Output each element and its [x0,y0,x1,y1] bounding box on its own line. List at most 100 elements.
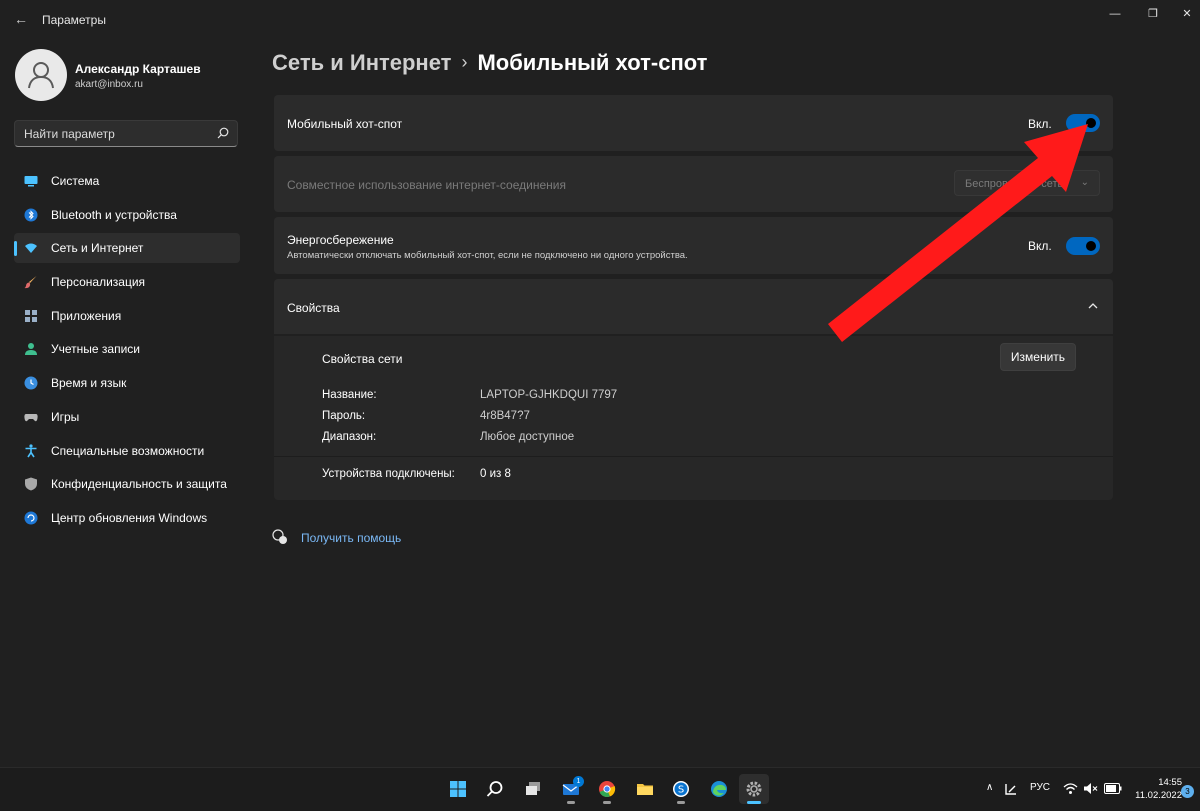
task-view-icon [526,782,540,795]
bluetooth-icon [24,208,38,222]
volume-muted-icon[interactable] [1083,782,1098,795]
sidebar-item-system[interactable]: Система [14,166,240,196]
person-icon [28,62,54,89]
sidebar-item-label: Приложения [51,308,122,323]
taskbar-search-button[interactable] [480,774,510,804]
mail-button[interactable]: 1 [556,774,586,804]
search-input[interactable] [15,121,211,146]
apps-icon [25,309,37,322]
edge-button[interactable] [704,774,734,804]
network-properties-title: Свойства сети [322,352,403,366]
skype-button[interactable]: S [666,774,696,804]
user-name: Александр Карташев [75,62,201,76]
monitor-icon [24,176,38,187]
sidebar-item-bluetooth[interactable]: Bluetooth и устройства [14,200,240,230]
sidebar-item-label: Учетные записи [51,342,140,357]
back-button[interactable]: ← [12,10,30,28]
update-icon [24,511,38,525]
sidebar-item-label: Центр обновления Windows [51,510,208,525]
divider [274,456,1113,457]
power-saving-subtitle: Автоматически отключать мобильный хот-сп… [287,250,688,261]
close-button[interactable]: ✕ [1174,6,1200,22]
sharing-dropdown-value: Беспроводная сеть [965,178,1064,190]
running-indicator [567,801,575,804]
language-indicator[interactable]: РУС [1030,782,1050,793]
sidebar-nav: Система Bluetooth и устройства Сеть и Ин… [14,166,240,537]
sidebar-item-personalization[interactable]: Персонализация [14,267,240,297]
sidebar-item-gaming[interactable]: Игры [14,402,240,432]
running-indicator [603,801,611,804]
sidebar-item-windows-update[interactable]: Центр обновления Windows [14,503,240,533]
taskbar: 1 S ∧ РУС 14:55 11.02.2022 3 [0,767,1200,811]
property-key: Название: [322,389,377,401]
sidebar-item-apps[interactable]: Приложения [14,301,240,331]
power-saving-card: Энергосбережение Автоматически отключать… [274,217,1113,274]
sidebar-item-privacy[interactable]: Конфиденциальность и защита [14,469,240,499]
gamepad-icon [24,413,38,422]
search-icon[interactable] [217,127,229,139]
property-key: Диапазон: [322,431,377,443]
start-button[interactable] [443,774,473,804]
title-bar: ← Параметры — ❐ ✕ [0,0,1200,40]
restore-button[interactable]: ❐ [1140,6,1166,22]
devices-connected-label: Устройства подключены: [322,468,455,480]
mail-badge: 1 [573,776,584,787]
sharing-card: Совместное использование интернет-соедин… [274,156,1113,212]
sidebar-item-accessibility[interactable]: Специальные возможности [14,436,240,466]
chevron-up-icon[interactable]: ∧ [986,782,993,793]
pen-menu-icon[interactable] [1004,782,1018,796]
skype-icon: S [673,781,689,797]
clock-date: 11.02.2022 [1135,790,1182,801]
app-title: Параметры [42,13,106,27]
brush-icon [24,276,37,289]
sidebar-item-accounts[interactable]: Учетные записи [14,334,240,364]
sidebar-item-time-language[interactable]: Время и язык [14,368,240,398]
sidebar-item-label: Bluetooth и устройства [51,207,177,222]
wifi-icon[interactable] [1063,782,1078,795]
edit-button[interactable]: Изменить [1000,343,1076,371]
clock[interactable]: 14:55 11.02.2022 [1130,776,1182,802]
battery-icon[interactable] [1104,783,1122,794]
search-icon [486,781,503,797]
properties-header[interactable]: Свойства [274,279,1113,334]
hotspot-state-label: Вкл. [1028,117,1052,131]
properties-title: Свойства [287,301,340,315]
file-explorer-button[interactable] [630,774,660,804]
properties-body: Свойства сети Изменить Название: LAPTOP-… [274,336,1113,500]
running-indicator [747,801,761,804]
sharing-dropdown[interactable]: Беспроводная сеть ⌄ [954,170,1100,196]
sidebar-item-label: Время и язык [51,376,127,391]
hotspot-toggle[interactable] [1066,114,1100,132]
settings-icon [746,781,762,797]
running-indicator [677,801,685,804]
sidebar-item-label: Персонализация [51,275,146,290]
edge-icon [711,781,727,797]
sidebar-item-label: Специальные возможности [51,443,205,458]
sidebar-item-network[interactable]: Сеть и Интернет [14,233,240,264]
shield-icon [25,477,37,491]
explorer-icon [637,784,653,795]
network-name-value: LAPTOP-GJHKDQUI 7797 [480,389,618,401]
network-band-value: Любое доступное [480,431,575,443]
chrome-icon [599,781,616,797]
breadcrumb: Сеть и Интернет › Мобильный хот-спот [272,50,707,76]
get-help-link[interactable]: Получить помощь [301,531,401,545]
avatar[interactable] [15,49,67,101]
task-view-button[interactable] [518,774,548,804]
power-saving-title: Энергосбережение [287,233,394,247]
notification-badge[interactable]: 3 [1181,785,1194,798]
user-email: akart@inbox.ru [75,79,143,90]
chevron-down-icon: ⌄ [1080,177,1089,188]
chrome-button[interactable] [592,774,622,804]
minimize-button[interactable]: — [1102,6,1128,22]
accessibility-icon [25,443,37,457]
help-icon [272,529,287,544]
breadcrumb-parent-link[interactable]: Сеть и Интернет [272,50,451,75]
breadcrumb-separator: › [461,52,468,72]
settings-button[interactable] [739,774,769,804]
sidebar-item-label: Игры [51,409,80,424]
sidebar-item-label: Конфиденциальность и защита [51,477,227,492]
power-saving-toggle[interactable] [1066,237,1100,255]
chevron-up-icon[interactable] [1086,299,1100,313]
globe-clock-icon [24,376,38,390]
